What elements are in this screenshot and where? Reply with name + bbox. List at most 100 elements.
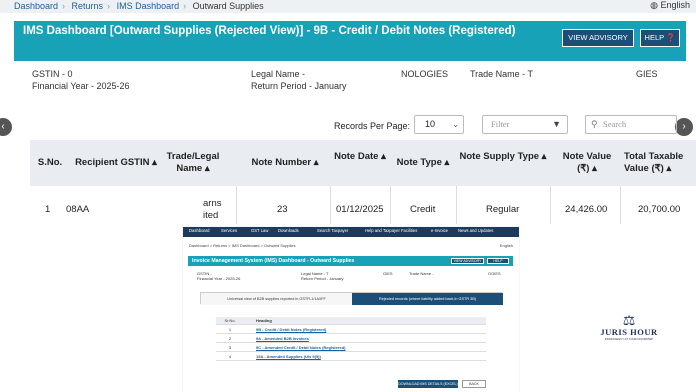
help-icon: ❓ bbox=[666, 33, 676, 42]
heading-link[interactable]: 9B - Credit / Debit Notes (Registered) bbox=[256, 326, 326, 334]
cell-name-line1: arns bbox=[203, 198, 222, 209]
table-row: 4 15A - Amended Supplies (U/s 9(5)) bbox=[216, 353, 486, 361]
language-label: English bbox=[660, 0, 690, 10]
heading-link[interactable]: 9C - Amended Credit / Debit Notes (Regis… bbox=[256, 344, 345, 352]
table-row: 2 9A - Amended B2B Invoices bbox=[216, 335, 486, 343]
nav-item[interactable]: GST Law bbox=[251, 228, 268, 233]
filter-icon: ▼ bbox=[552, 119, 561, 129]
tab-rejected-records[interactable]: Rejected records (where liability added … bbox=[352, 293, 503, 305]
divider bbox=[390, 186, 391, 224]
records-per-page-value: 10 bbox=[425, 119, 436, 129]
trade-name-text: Trade Name - T bbox=[470, 69, 534, 79]
legal-name-tail: NOLOGIES bbox=[401, 69, 449, 79]
globe-icon: ◍ bbox=[650, 0, 658, 10]
col-note-type[interactable]: Note Type ▴ bbox=[392, 157, 454, 169]
divider bbox=[456, 186, 457, 224]
breadcrumb-ims-dashboard[interactable]: IMS Dashboard bbox=[117, 1, 180, 11]
col-note-number[interactable]: Note Number ▴ bbox=[240, 157, 330, 169]
page-header-small: Invoice Management System (IMS) Dashboar… bbox=[188, 256, 513, 266]
col-note-supply-type[interactable]: Note Supply Type ▴ bbox=[456, 151, 550, 163]
breadcrumb-returns[interactable]: Returns bbox=[72, 1, 104, 11]
gstin-block: GSTIN - 0 Financial Year - 2025-26 bbox=[32, 68, 130, 92]
heading-link[interactable]: 15A - Amended Supplies (U/s 9(5)) bbox=[256, 353, 321, 361]
view-advisory-button[interactable]: VIEW ADVISORY bbox=[451, 258, 484, 264]
language-selector[interactable]: ◍ English bbox=[650, 0, 690, 11]
nav-item[interactable]: News and Updates bbox=[458, 228, 493, 233]
back-button[interactable]: BACK bbox=[462, 380, 486, 388]
breadcrumb: Dashboard › Returns › IMS Dashboard › Outwa… bbox=[0, 0, 696, 13]
breadcrumb-current: Outward Supplies bbox=[192, 1, 264, 11]
prev-arrow-icon[interactable]: ‹ bbox=[0, 118, 12, 136]
heading-link[interactable]: 9A - Amended B2B Invoices bbox=[256, 335, 309, 343]
cell-note-type: Credit bbox=[410, 204, 436, 215]
legal-name-text: Legal Name - bbox=[251, 69, 306, 79]
records-per-page-label: Records Per Page: bbox=[334, 121, 411, 131]
chevron-down-icon: ⌄ bbox=[452, 120, 459, 129]
col-recipient-gstin[interactable]: Recipient GSTIN ▴ bbox=[66, 157, 166, 169]
divider bbox=[236, 186, 237, 224]
help-button[interactable]: HELP bbox=[487, 258, 509, 264]
cell-gstin: 08AA bbox=[66, 204, 90, 215]
page-title-small: Invoice Management System (IMS) Dashboar… bbox=[192, 258, 355, 264]
overview-screenshot: Dashboard Services GST Law Downloads Sea… bbox=[183, 227, 519, 392]
divider bbox=[550, 186, 551, 224]
cell-supply-type: Regular bbox=[486, 204, 520, 215]
trade-name-block: Trade Name - T GIES bbox=[470, 68, 658, 80]
records-per-page-select[interactable]: 10 ⌄ bbox=[414, 115, 464, 134]
col-total-taxable-value[interactable]: Total Taxable Value (₹) ▴ bbox=[624, 151, 696, 175]
cell-name-line2: ited bbox=[203, 210, 219, 221]
download-excel-button[interactable]: DOWNLOAD IMS DETAILS (EXCEL) bbox=[398, 380, 458, 388]
cell-note-value: 24,426.00 bbox=[565, 204, 608, 215]
trade-tail-small: OGIES bbox=[488, 271, 501, 276]
financial-year-text: Financial Year - 2025-26 bbox=[32, 81, 130, 91]
divider bbox=[330, 186, 331, 224]
info-mid: Legal Name - T Return Period - January bbox=[301, 271, 344, 281]
gstin-text: GSTIN - 0 bbox=[32, 69, 73, 79]
next-arrow-icon[interactable]: › bbox=[675, 118, 693, 136]
col-trade-legal-name[interactable]: Trade/Legal Name ▴ bbox=[160, 151, 226, 175]
info-left: GSTIN - Financial Year - 2025-26 bbox=[197, 271, 241, 281]
search-icon: ⚲ bbox=[591, 119, 598, 129]
return-period-text: Return Period - January bbox=[251, 81, 347, 91]
legal-name-block: Legal Name - NOLOGIES Return Period - Ja… bbox=[251, 68, 448, 92]
view-advisory-button[interactable]: VIEW ADVISORY bbox=[562, 29, 634, 47]
tab-universal-view[interactable]: Universal view of B2B supplies reported … bbox=[201, 293, 352, 305]
juris-hour-logo: ⚖ JURIS HOUR PROFICIENCY AT YOUR DOORSTE… bbox=[596, 313, 662, 353]
cell-note-number: 23 bbox=[277, 204, 288, 215]
top-nav: Dashboard Services GST Law Downloads Sea… bbox=[183, 227, 519, 237]
cell-sno: 1 bbox=[45, 204, 51, 215]
language-label-small[interactable]: English bbox=[500, 243, 513, 248]
col-note-date[interactable]: Note Date ▴ bbox=[332, 151, 388, 163]
filter-placeholder: Filter bbox=[491, 119, 510, 129]
logo-subtitle: PROFICIENCY AT YOUR DOORSTEP bbox=[604, 337, 654, 341]
page-title: IMS Dashboard [Outward Supplies (Rejecte… bbox=[23, 25, 516, 37]
filter-input[interactable]: Filter ▼ bbox=[482, 115, 568, 134]
zoomed-screenshot: Dashboard › Returns › IMS Dashboard › Outwa… bbox=[0, 0, 696, 224]
nav-item[interactable]: Search Taxpayer bbox=[317, 228, 348, 233]
cell-note-date: 01/12/2025 bbox=[336, 204, 384, 215]
scales-icon: ⚖ bbox=[622, 312, 636, 328]
legal-tail-small: GIES bbox=[383, 271, 393, 276]
nav-item[interactable]: Services bbox=[221, 228, 237, 233]
nav-item[interactable]: e-Invoice bbox=[431, 228, 448, 233]
trade-name-tail: GIES bbox=[636, 69, 658, 79]
table-row: 3 9C - Amended Credit / Debit Notes (Reg… bbox=[216, 344, 486, 352]
nav-item[interactable]: Help and Taxpayer Facilities bbox=[365, 228, 417, 233]
col-note-value[interactable]: Note Value (₹) ▴ bbox=[556, 151, 618, 175]
cell-taxable-value: 20,700.00 bbox=[638, 204, 681, 215]
help-label: HELP bbox=[644, 33, 665, 42]
nav-item[interactable]: Downloads bbox=[278, 228, 299, 233]
divider bbox=[620, 186, 621, 224]
search-input[interactable]: ⚲ Search bbox=[585, 115, 677, 134]
view-tabs: Universal view of B2B supplies reported … bbox=[200, 292, 503, 305]
nav-item[interactable]: Dashboard bbox=[189, 228, 210, 233]
search-placeholder: Search bbox=[603, 119, 627, 129]
page-header: IMS Dashboard [Outward Supplies (Rejecte… bbox=[14, 21, 686, 61]
table-header-row: Sr.No. Heading bbox=[216, 317, 486, 325]
col-sno[interactable]: S.No. bbox=[32, 157, 68, 169]
table-row: 1 9B - Credit / Debit Notes (Registered) bbox=[216, 326, 486, 334]
breadcrumb-small: Dashboard > Returns > IMS Dashboard > Ou… bbox=[189, 243, 513, 248]
help-button[interactable]: HELP ❓ bbox=[640, 29, 680, 47]
breadcrumb-dashboard[interactable]: Dashboard bbox=[14, 1, 58, 11]
logo-title: JURIS HOUR bbox=[600, 327, 658, 337]
